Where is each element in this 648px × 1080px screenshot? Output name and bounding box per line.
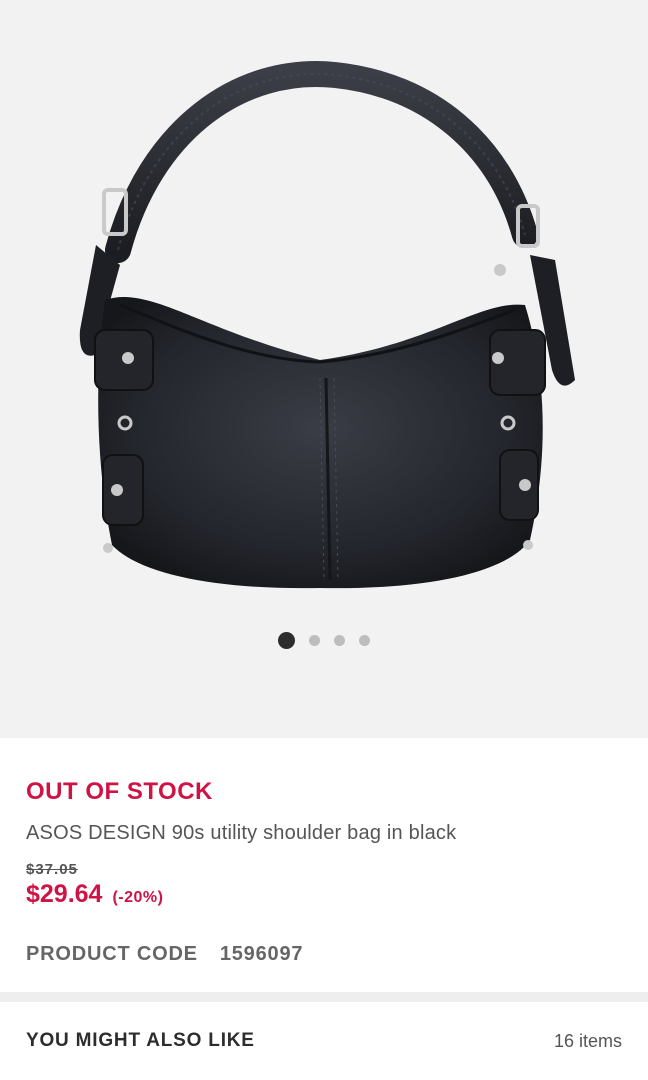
recommendations-title: YOU MIGHT ALSO LIKE <box>26 1030 255 1051</box>
sale-price: $29.64 <box>26 880 103 908</box>
price-row: $29.64 (-20%) <box>26 880 622 909</box>
product-code: PRODUCT CODE 1596097 <box>26 943 622 966</box>
product-image-gallery[interactable] <box>0 0 648 738</box>
gallery-dot-4[interactable] <box>359 635 370 646</box>
gallery-dot-1[interactable] <box>278 632 295 649</box>
gallery-pagination <box>0 632 648 649</box>
product-title: ASOS DESIGN 90s utility shoulder bag in … <box>26 822 457 844</box>
discount-badge: (-20%) <box>112 889 164 906</box>
product-code-value: 1596097 <box>219 943 304 965</box>
section-divider <box>0 992 648 1002</box>
gallery-dot-2[interactable] <box>309 635 320 646</box>
original-price: $37.05 <box>26 861 78 878</box>
black-shoulder-bag-photo <box>79 61 575 589</box>
gallery-dot-3[interactable] <box>334 635 345 646</box>
product-code-label: PRODUCT CODE <box>26 943 198 965</box>
product-info: OUT OF STOCK ASOS DESIGN 90s utility sho… <box>0 738 648 992</box>
recommendations-count: 16 items <box>553 1030 622 1051</box>
stock-status: OUT OF STOCK <box>26 778 213 805</box>
you-might-also-like-header[interactable]: YOU MIGHT ALSO LIKE 16 items <box>0 1002 648 1080</box>
